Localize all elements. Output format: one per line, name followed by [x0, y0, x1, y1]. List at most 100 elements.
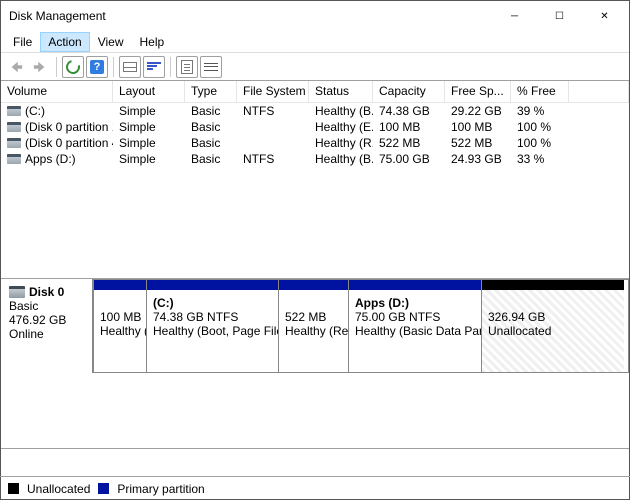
- volume-fs: NTFS: [237, 152, 309, 166]
- refresh-button[interactable]: [62, 56, 84, 78]
- volume-free: 29.22 GB: [445, 104, 511, 118]
- volume-name: (Disk 0 partition 1): [25, 120, 113, 134]
- col-filesystem[interactable]: File System: [237, 81, 309, 102]
- menu-action[interactable]: Action: [40, 32, 89, 52]
- menu-file[interactable]: File: [5, 32, 40, 52]
- volume-row[interactable]: (C:)SimpleBasicNTFSHealthy (B...74.38 GB…: [1, 103, 629, 119]
- col-layout[interactable]: Layout: [113, 81, 185, 102]
- partition[interactable]: (C:)74.38 GB NTFSHealthy (Boot, Page Fil…: [147, 280, 279, 372]
- col-volume[interactable]: Volume: [1, 81, 113, 102]
- disk-type: Basic: [9, 299, 84, 313]
- partition-size: 75.00 GB NTFS: [355, 310, 477, 324]
- menu-help[interactable]: Help: [132, 32, 173, 52]
- disk-row: Disk 0 Basic 476.92 GB Online 100 MBHeal…: [1, 279, 629, 373]
- col-free[interactable]: Free Sp...: [445, 81, 511, 102]
- view-bottom-button[interactable]: [143, 56, 165, 78]
- partition-status: Healthy (Boot, Page File, C: [153, 324, 274, 338]
- volume-free: 522 MB: [445, 136, 511, 150]
- partition-header: [147, 280, 278, 290]
- list-button[interactable]: [200, 56, 222, 78]
- volume-fs: NTFS: [237, 104, 309, 118]
- volume-status: Healthy (B...: [309, 152, 373, 166]
- menubar: File Action View Help: [1, 31, 629, 53]
- nav-forward-button[interactable]: [29, 56, 51, 78]
- volume-icon: [7, 138, 21, 148]
- volume-capacity: 100 MB: [373, 120, 445, 134]
- partition-header: [279, 280, 348, 290]
- volume-row[interactable]: (Disk 0 partition 1)SimpleBasicHealthy (…: [1, 119, 629, 135]
- volume-pctfree: 100 %: [511, 136, 569, 150]
- toolbar-separator: [113, 57, 114, 77]
- partition-header: [94, 280, 146, 290]
- volume-row[interactable]: (Disk 0 partition 4)SimpleBasicHealthy (…: [1, 135, 629, 151]
- volume-status: Healthy (R...: [309, 136, 373, 150]
- toolbar-separator: [56, 57, 57, 77]
- volume-icon: [7, 122, 21, 132]
- partition-status: Healthy (Reco: [285, 324, 344, 338]
- volume-status: Healthy (B...: [309, 104, 373, 118]
- volume-layout: Simple: [113, 152, 185, 166]
- partition-size: 522 MB: [285, 310, 344, 324]
- volume-type: Basic: [185, 136, 237, 150]
- disk-state: Online: [9, 327, 84, 341]
- view-top-button[interactable]: [119, 56, 141, 78]
- graphical-view-pane: Disk 0 Basic 476.92 GB Online 100 MBHeal…: [1, 279, 629, 449]
- partition-body: Apps (D:)75.00 GB NTFSHealthy (Basic Dat…: [349, 290, 481, 372]
- partition-size: 326.94 GB: [488, 310, 620, 324]
- toolbar: ?: [1, 53, 629, 81]
- partition-title: (C:): [153, 296, 274, 310]
- partition-body: 100 MBHealthy (: [94, 290, 146, 372]
- partition-size: 100 MB: [100, 310, 142, 324]
- partition[interactable]: 100 MBHealthy (: [94, 280, 147, 372]
- grid-icon: [123, 62, 137, 72]
- partition-header: [482, 280, 624, 290]
- volume-list-body: (C:)SimpleBasicNTFSHealthy (B...74.38 GB…: [1, 103, 629, 167]
- col-status[interactable]: Status: [309, 81, 373, 102]
- partition-title: Apps (D:): [355, 296, 477, 310]
- volume-row[interactable]: Apps (D:)SimpleBasicNTFSHealthy (B...75.…: [1, 151, 629, 167]
- volume-capacity: 74.38 GB: [373, 104, 445, 118]
- bars-icon: [147, 62, 161, 72]
- menu-view[interactable]: View: [90, 32, 132, 52]
- disk-size: 476.92 GB: [9, 313, 84, 327]
- partition-header: [349, 280, 481, 290]
- partition-strip: 100 MBHealthy ((C:)74.38 GB NTFSHealthy …: [93, 279, 629, 373]
- disk-info[interactable]: Disk 0 Basic 476.92 GB Online: [1, 279, 93, 373]
- col-type[interactable]: Type: [185, 81, 237, 102]
- window-controls: ─ ☐ ✕: [492, 2, 627, 31]
- maximize-button[interactable]: ☐: [537, 2, 582, 31]
- volume-free: 100 MB: [445, 120, 511, 134]
- volume-pctfree: 39 %: [511, 104, 569, 118]
- partition[interactable]: Apps (D:)75.00 GB NTFSHealthy (Basic Dat…: [349, 280, 482, 372]
- volume-pctfree: 100 %: [511, 120, 569, 134]
- legend-swatch-primary: [98, 483, 109, 494]
- volume-status: Healthy (E...: [309, 120, 373, 134]
- partition-status: Healthy (Basic Data Partitio: [355, 324, 477, 338]
- partition-status: Unallocated: [488, 324, 620, 338]
- minimize-button[interactable]: ─: [492, 2, 537, 31]
- titlebar: Disk Management ─ ☐ ✕: [1, 1, 629, 31]
- legend: Unallocated Primary partition: [0, 476, 630, 500]
- partition[interactable]: 326.94 GBUnallocated: [482, 280, 624, 372]
- partition[interactable]: 522 MBHealthy (Reco: [279, 280, 349, 372]
- partition-body: 326.94 GBUnallocated: [482, 290, 624, 372]
- col-capacity[interactable]: Capacity: [373, 81, 445, 102]
- volume-capacity: 522 MB: [373, 136, 445, 150]
- close-button[interactable]: ✕: [582, 2, 627, 31]
- properties-button[interactable]: [176, 56, 198, 78]
- volume-layout: Simple: [113, 120, 185, 134]
- help-button[interactable]: ?: [86, 56, 108, 78]
- volume-type: Basic: [185, 104, 237, 118]
- volume-layout: Simple: [113, 136, 185, 150]
- refresh-icon: [63, 57, 82, 76]
- col-pctfree[interactable]: % Free: [511, 81, 569, 102]
- volume-capacity: 75.00 GB: [373, 152, 445, 166]
- volume-type: Basic: [185, 152, 237, 166]
- nav-back-button[interactable]: [5, 56, 27, 78]
- partition-status: Healthy (: [100, 324, 142, 338]
- help-icon: ?: [90, 60, 104, 74]
- volume-free: 24.93 GB: [445, 152, 511, 166]
- legend-swatch-unallocated: [8, 483, 19, 494]
- window-title: Disk Management: [9, 9, 492, 23]
- col-blank: [569, 81, 629, 102]
